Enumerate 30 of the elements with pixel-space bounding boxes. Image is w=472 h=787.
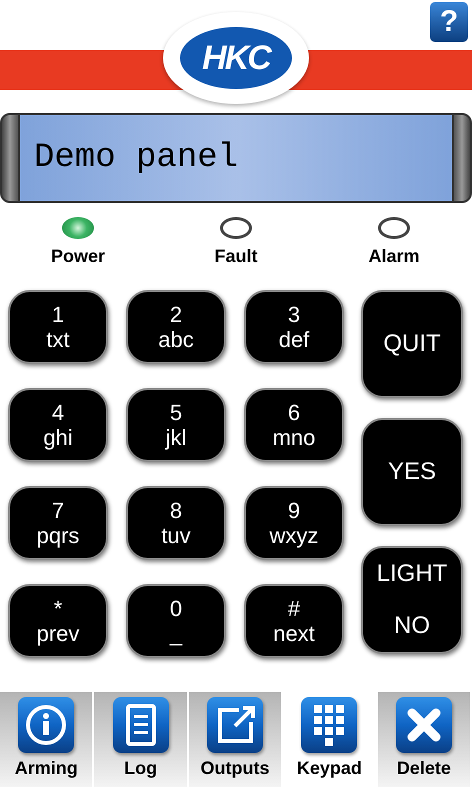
keypad-key[interactable]: 7 pqrs (8, 486, 108, 560)
external-link-icon (207, 697, 264, 753)
help-button[interactable]: ? (430, 2, 468, 42)
keypad-key[interactable]: 0 _ (126, 584, 226, 658)
status-label: Alarm (368, 245, 420, 268)
keypad-key[interactable]: 5 jkl (126, 388, 226, 462)
keypad-key[interactable]: 3 def (244, 290, 344, 364)
function-key[interactable]: YES (361, 418, 463, 526)
keypad-key[interactable]: 9 wxyz (244, 486, 344, 560)
info-icon (18, 697, 74, 753)
nav-tab[interactable]: Log (94, 692, 189, 787)
function-key[interactable]: QUIT (361, 290, 463, 398)
keypad-key[interactable]: 8 tuv (126, 486, 226, 560)
function-key[interactable]: LIGHT NO (361, 546, 463, 654)
keypad-key[interactable]: * prev (8, 584, 108, 658)
display-text: Demo panel (34, 138, 238, 178)
keypad-icon (301, 697, 358, 753)
keypad-key[interactable]: 4 ghi (8, 388, 108, 462)
document-icon (112, 697, 169, 753)
keypad-key[interactable]: 6 mno (244, 388, 344, 462)
nav-tab[interactable]: Arming (0, 692, 94, 787)
keypad-key[interactable]: 1 txt (8, 290, 108, 364)
status-label: Power (50, 245, 106, 268)
keypad-key[interactable]: 2 abc (126, 290, 226, 364)
status-label: Fault (214, 245, 258, 268)
logo-text: HKC (202, 38, 270, 78)
nav-tab[interactable]: Outputs (188, 692, 284, 787)
close-icon (396, 697, 452, 753)
keypad-key[interactable]: # next (244, 584, 344, 658)
nav-tab[interactable]: Delete (378, 692, 472, 787)
